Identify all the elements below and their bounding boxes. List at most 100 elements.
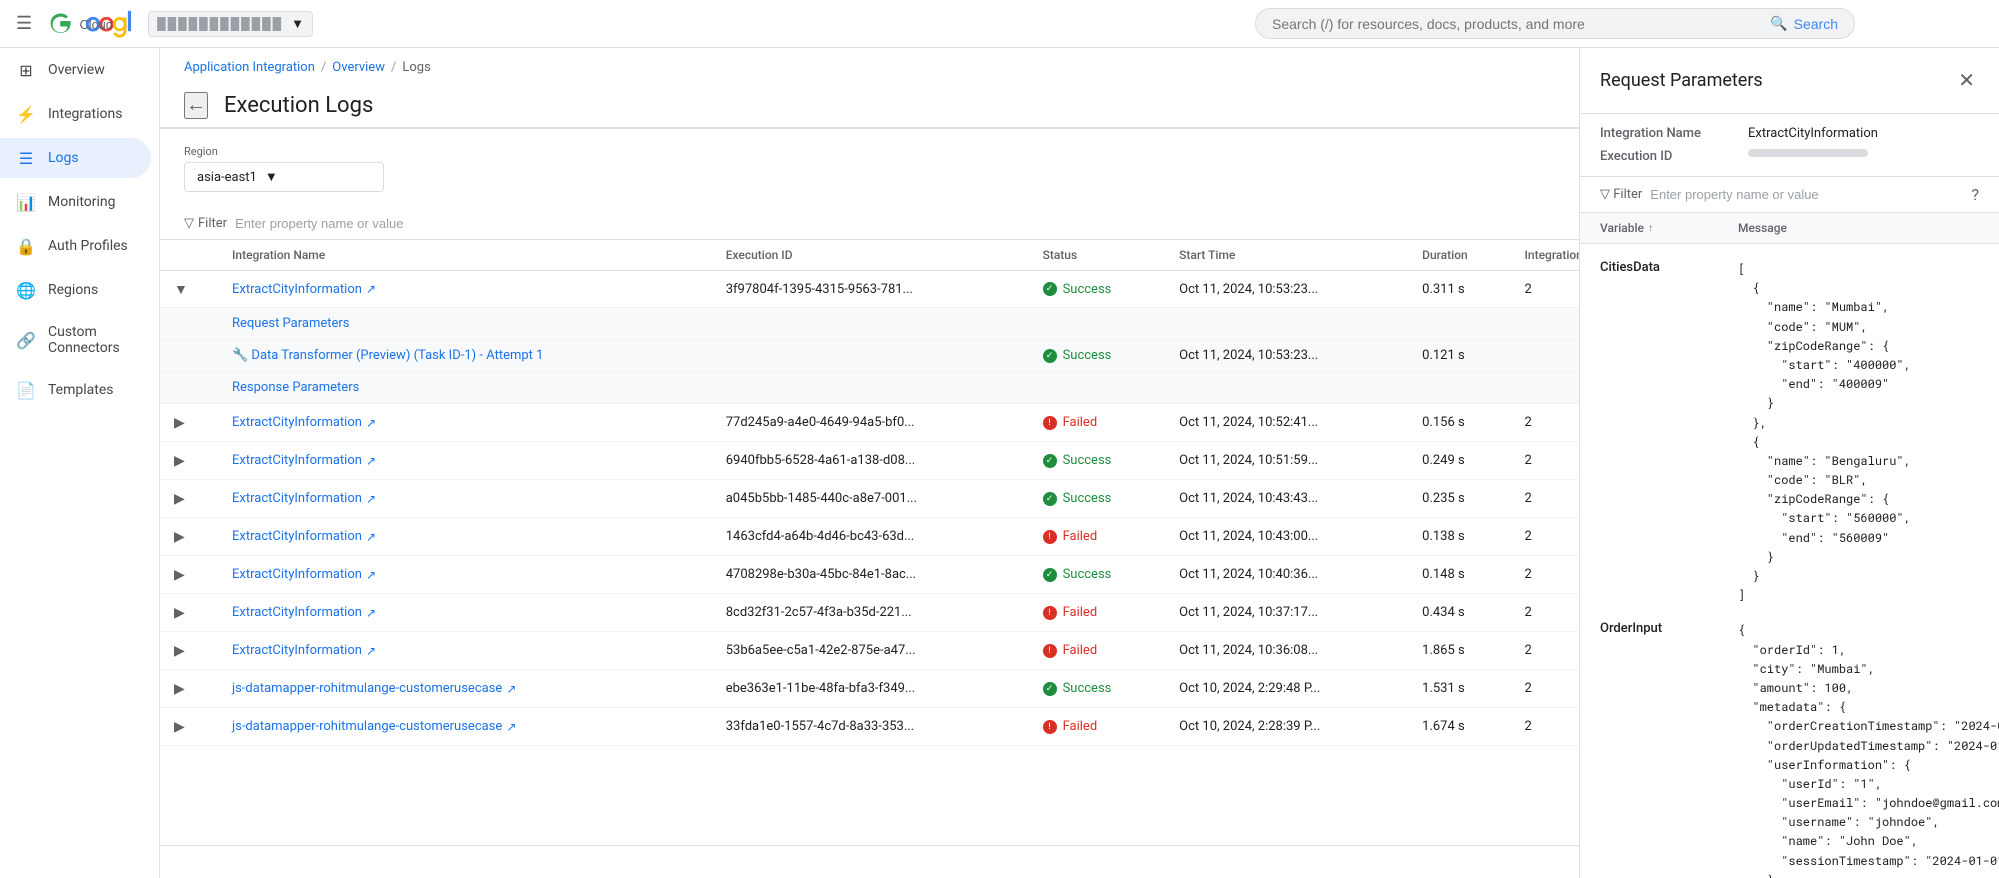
regions-icon: 🌐	[16, 280, 36, 300]
status-badge: !Failed	[1043, 605, 1156, 620]
integration-version: 2	[1525, 282, 1532, 297]
sidebar-item-label: Regions	[48, 282, 98, 298]
sidebar-item-label: Auth Profiles	[48, 238, 128, 254]
sidebar-item-label: Integrations	[48, 106, 122, 122]
expand-row-button[interactable]: ▶	[172, 678, 187, 699]
start-time: Oct 11, 2024, 10:43:43...	[1179, 491, 1318, 506]
integration-name-link[interactable]: ExtractCityInformation ↗	[232, 491, 702, 506]
search-icon: 🔍	[1770, 15, 1787, 32]
integration-name-link[interactable]: ExtractCityInformation ↗	[232, 605, 702, 620]
integration-name-label: Integration Name	[1600, 126, 1740, 141]
request-params-link[interactable]: Request Parameters	[232, 316, 350, 331]
menu-icon[interactable]: ☰	[12, 9, 36, 38]
breadcrumb-logs: Logs	[402, 60, 430, 75]
duration: 1.865 s	[1422, 643, 1465, 658]
search-button[interactable]: 🔍 Search	[1770, 15, 1838, 32]
region-selector[interactable]: asia-east1 ▼	[184, 162, 384, 192]
success-icon: ✓	[1043, 492, 1057, 506]
integration-name-link[interactable]: ExtractCityInformation ↗	[232, 643, 702, 658]
sidebar-item-monitoring[interactable]: 📊 Monitoring	[0, 182, 151, 222]
col-status: Status	[1031, 240, 1168, 271]
sidebar-item-regions[interactable]: 🌐 Regions	[0, 270, 151, 310]
templates-icon: 📄	[16, 380, 36, 400]
expand-row-button[interactable]: ▶	[172, 488, 187, 509]
failed-icon: !	[1043, 720, 1057, 734]
sidebar: ⊞ Overview ⚡ Integrations ☰ Logs 📊 Monit…	[0, 48, 160, 878]
duration: 0.434 s	[1422, 605, 1465, 620]
integration-name-link[interactable]: ExtractCityInformation ↗	[232, 282, 702, 297]
panel-content: CitiesData [ { "name": "Mumbai", "code":…	[1580, 244, 1999, 878]
duration: 0.156 s	[1422, 415, 1465, 430]
integration-name-link[interactable]: ExtractCityInformation ↗	[232, 415, 702, 430]
status-badge: ✓Success	[1043, 453, 1156, 468]
region-dropdown-icon: ▼	[265, 169, 278, 185]
response-params-link[interactable]: Response Parameters	[232, 380, 359, 395]
integration-name-link[interactable]: ExtractCityInformation ↗	[232, 453, 702, 468]
integration-version: 2	[1525, 605, 1532, 620]
expand-row-button[interactable]: ▶	[172, 716, 187, 737]
status-badge: ✓Success	[1043, 681, 1156, 696]
project-selector[interactable]: ████████████ ▼	[148, 11, 313, 37]
expand-row-button[interactable]: ▶	[172, 526, 187, 547]
panel-filter-input[interactable]	[1650, 187, 1963, 202]
duration: 1.531 s	[1422, 681, 1465, 696]
expand-row-button[interactable]: ▶	[172, 602, 187, 623]
integration-name-link[interactable]: ExtractCityInformation ↗	[232, 529, 702, 544]
integration-name-link[interactable]: js-datamapper-rohitmulange-customeruseca…	[232, 719, 702, 734]
integrations-icon: ⚡	[16, 104, 36, 124]
duration: 0.249 s	[1422, 453, 1465, 468]
integration-name-link[interactable]: ExtractCityInformation ↗	[232, 567, 702, 582]
link-icon: ↗	[366, 644, 376, 658]
sidebar-item-logs[interactable]: ☰ Logs	[0, 138, 151, 178]
sidebar-item-templates[interactable]: 📄 Templates	[0, 370, 151, 410]
start-time: Oct 11, 2024, 10:51:59...	[1179, 453, 1318, 468]
sidebar-item-overview[interactable]: ⊞ Overview	[0, 50, 151, 90]
success-icon: ✓	[1043, 568, 1057, 582]
breadcrumb-overview[interactable]: Overview	[332, 60, 385, 75]
status-badge: !Failed	[1043, 643, 1156, 658]
filter-icon: ▽	[184, 216, 194, 231]
link-icon: ↗	[366, 568, 376, 582]
integration-name-link[interactable]: js-datamapper-rohitmulange-customeruseca…	[232, 681, 702, 696]
integration-version: 2	[1525, 491, 1532, 506]
help-icon[interactable]: ?	[1971, 185, 1979, 204]
right-panel-title: Request Parameters	[1600, 70, 1763, 91]
variable-name: OrderInput	[1600, 621, 1730, 636]
integration-name-value: ExtractCityInformation	[1748, 126, 1979, 141]
col-integration-name: Integration Name	[220, 240, 714, 271]
expand-row-button[interactable]: ▶	[172, 564, 187, 585]
data-transformer-link[interactable]: 🔧 Data Transformer (Preview) (Task ID-1)…	[232, 348, 543, 363]
link-icon: ↗	[506, 720, 516, 734]
back-button[interactable]: ←	[184, 92, 208, 119]
integration-version: 2	[1525, 453, 1532, 468]
breadcrumb-sep1: /	[321, 60, 326, 75]
expand-row-button[interactable]: ▶	[172, 640, 187, 661]
search-input[interactable]	[1272, 16, 1762, 32]
integration-version: 2	[1525, 643, 1532, 658]
expand-row-button[interactable]: ▶	[172, 412, 187, 433]
right-panel-header: Request Parameters ✕	[1580, 48, 1999, 114]
sidebar-item-auth-profiles[interactable]: 🔒 Auth Profiles	[0, 226, 151, 266]
search-bar[interactable]: 🔍 Search	[1255, 8, 1855, 39]
integration-version: 2	[1525, 567, 1532, 582]
logo: Cloud	[48, 10, 136, 38]
link-icon: ↗	[366, 530, 376, 544]
sidebar-item-integrations[interactable]: ⚡ Integrations	[0, 94, 151, 134]
expand-row-button[interactable]: ▼	[172, 279, 190, 299]
breadcrumb-app-integration[interactable]: Application Integration	[184, 60, 315, 75]
start-time: Oct 11, 2024, 10:43:00...	[1179, 529, 1318, 544]
integration-version: 2	[1525, 681, 1532, 696]
start-time: Oct 10, 2024, 2:29:48 P...	[1179, 681, 1320, 696]
svg-text:Cloud: Cloud	[80, 16, 113, 31]
success-icon: ✓	[1043, 282, 1057, 296]
sidebar-item-label: Logs	[48, 150, 79, 166]
right-panel: Request Parameters ✕ Integration Name Ex…	[1579, 48, 1999, 878]
status-badge: ✓Success	[1043, 282, 1156, 297]
sidebar-item-custom-connectors[interactable]: 🔗 Custom Connectors	[0, 314, 151, 366]
close-panel-button[interactable]: ✕	[1954, 64, 1979, 97]
duration: 0.138 s	[1422, 529, 1465, 544]
execution-id: a045b5bb-1485-440c-a8e7-001...	[726, 491, 917, 506]
main-layout: ⊞ Overview ⚡ Integrations ☰ Logs 📊 Monit…	[0, 48, 1999, 878]
expand-row-button[interactable]: ▶	[172, 450, 187, 471]
execution-id: 6940fbb5-6528-4a61-a138-d08...	[726, 453, 915, 468]
